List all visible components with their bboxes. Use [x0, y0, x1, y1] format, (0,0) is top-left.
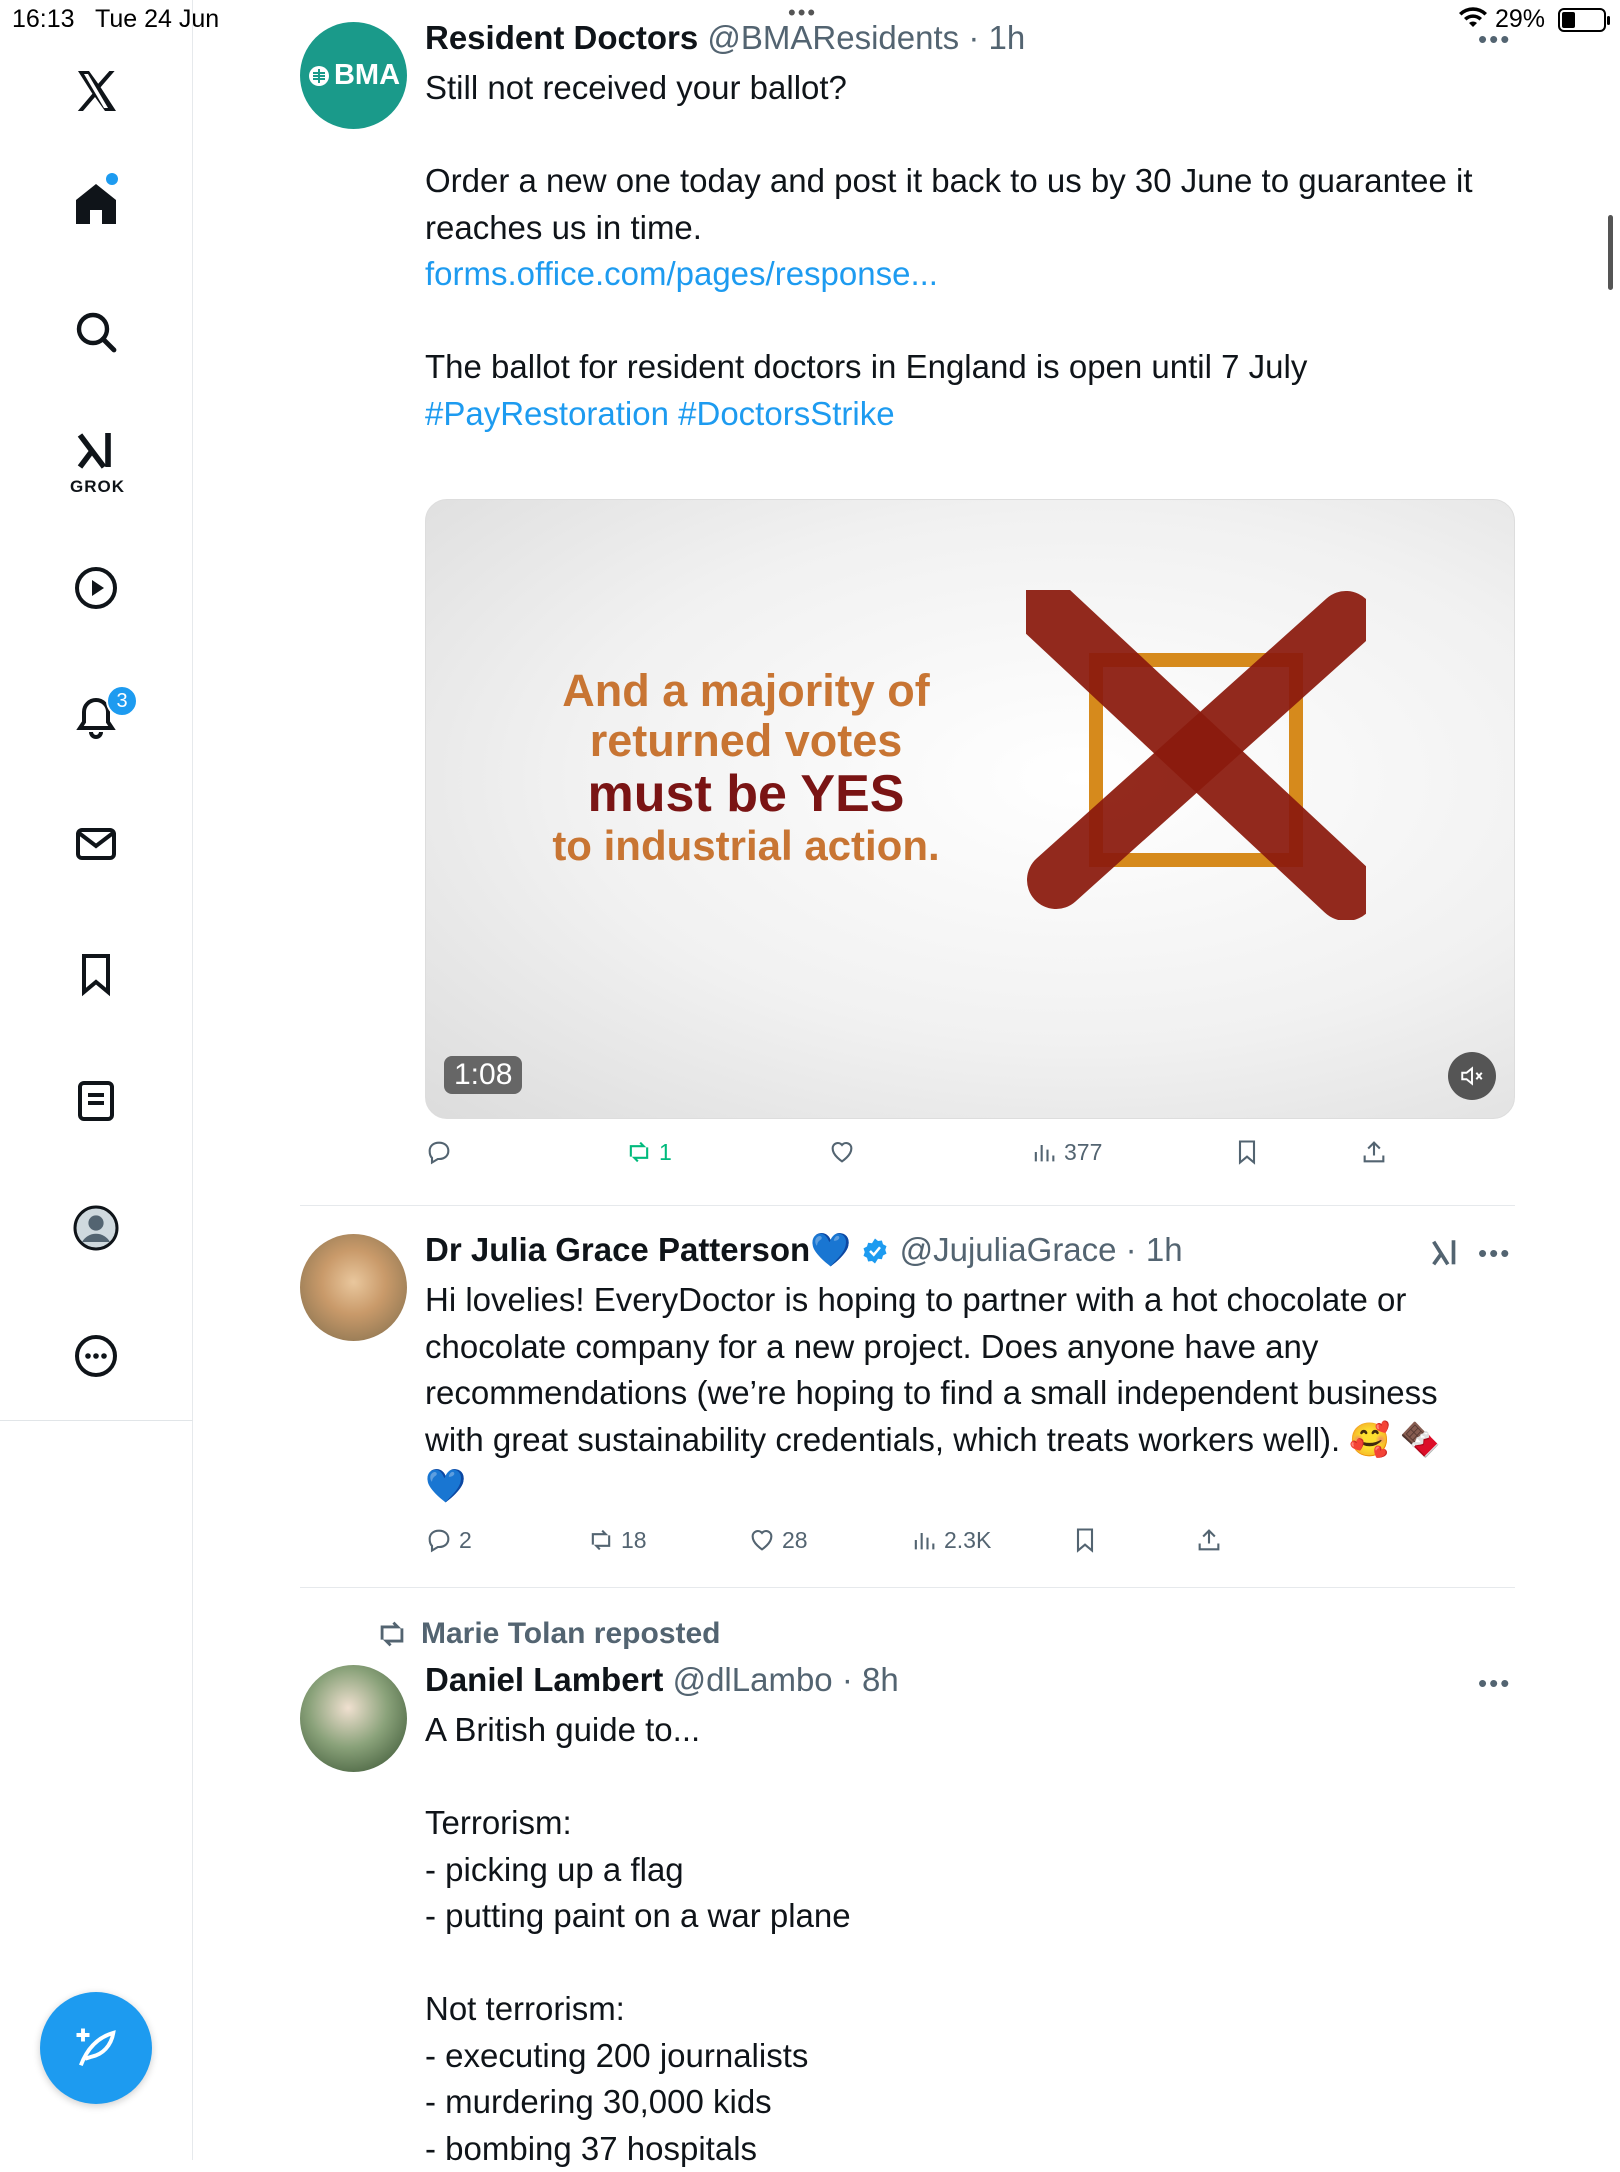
tweet-header: Resident Doctors @BMAResidents · 1h	[425, 18, 1620, 58]
share-button[interactable]	[1360, 1138, 1388, 1166]
video-caption-line4: to industrial action.	[552, 822, 940, 869]
reposted-by: Marie Tolan reposted	[421, 1617, 721, 1650]
video-caption-line3: must be YES	[587, 765, 905, 823]
video-caption-line1: And a majority of	[562, 665, 930, 716]
like-button[interactable]: 28	[748, 1526, 808, 1554]
sidebar-divider	[0, 1420, 193, 1421]
tweet-separator	[300, 1205, 1515, 1206]
heart-icon	[831, 1142, 853, 1163]
views-button[interactable]: 2.3K	[910, 1526, 991, 1554]
bma-avatar-logo: BMA	[307, 59, 400, 92]
bookmark-icon	[1238, 1140, 1256, 1165]
share-icon	[1363, 1141, 1385, 1163]
mute-button[interactable]	[1448, 1052, 1496, 1100]
grok-icon[interactable]	[70, 425, 122, 477]
views-count: 2.3K	[944, 1526, 992, 1553]
search-icon[interactable]	[70, 306, 122, 358]
reply-icon	[428, 1141, 450, 1165]
views-chart-icon	[914, 1533, 935, 1550]
tweet-text: Still not received your ballot? Order a …	[425, 69, 1473, 246]
handle-time[interactable]: @dlLambo · 8h	[673, 1661, 899, 1698]
reply-count: 2	[459, 1526, 472, 1553]
views-chart-icon	[1034, 1145, 1055, 1162]
tweet-daniel[interactable]: Daniel Lambert @dlLambo · 8h	[425, 1660, 1620, 1700]
lists-icon[interactable]	[70, 1075, 122, 1127]
tweet-actions: 1 377	[425, 1138, 1515, 1178]
home-icon[interactable]	[70, 178, 122, 230]
more-icon[interactable]: •••	[1478, 24, 1511, 55]
tweet-body: Hi lovelies! EveryDoctor is hoping to pa…	[425, 1281, 1441, 1504]
bma-avatar[interactable]: BMA	[300, 22, 407, 129]
video-media[interactable]: And a majority of returned votes must be…	[425, 499, 1515, 1119]
heart-icon	[751, 1530, 773, 1551]
feather-plus-icon	[76, 2028, 116, 2067]
verified-badge-icon	[863, 1238, 887, 1264]
video-duration: 1:08	[444, 1056, 523, 1094]
like-count: 28	[782, 1526, 808, 1553]
bma-avatar-text: BMA	[333, 59, 401, 91]
handle-time[interactable]: @JujuliaGrace · 1h	[900, 1231, 1183, 1268]
scrollbar[interactable]	[1608, 215, 1613, 290]
display-name[interactable]: Resident Doctors	[425, 19, 698, 56]
daniel-avatar[interactable]	[300, 1665, 407, 1772]
tweet-bma[interactable]: Resident Doctors @BMAResidents · 1h	[425, 18, 1620, 58]
bma-emblem-icon	[308, 65, 329, 86]
display-name[interactable]: Dr Julia Grace Patterson💙	[425, 1231, 851, 1268]
share-button[interactable]	[1195, 1526, 1223, 1554]
more-icon[interactable]: •••	[1478, 1238, 1511, 1269]
sidebar: GROK 3	[0, 0, 193, 2160]
repost-button[interactable]: 18	[587, 1526, 647, 1554]
repost-button[interactable]: 1	[625, 1138, 672, 1166]
handle-time[interactable]: @BMAResidents · 1h	[707, 19, 1025, 56]
tweet-body: A British guide to... Terrorism: - picki…	[425, 1711, 851, 2167]
tweet-header: Daniel Lambert @dlLambo · 8h	[425, 1660, 1620, 1700]
display-name[interactable]: Daniel Lambert	[425, 1661, 663, 1698]
home-unread-dot	[106, 173, 118, 185]
tweet-link[interactable]: forms.office.com/pages/response...	[425, 255, 938, 292]
share-icon	[1198, 1529, 1220, 1551]
compose-post-button[interactable]	[40, 1992, 152, 2104]
reply-button[interactable]: 2	[425, 1526, 472, 1554]
bookmark-button[interactable]	[1071, 1526, 1099, 1554]
bookmark-icon	[1076, 1528, 1094, 1553]
ballot-cross-icon	[1026, 590, 1366, 920]
tweet-separator	[300, 1587, 1515, 1588]
repost-small-icon	[380, 1621, 404, 1647]
views-count: 377	[1064, 1138, 1103, 1165]
tweet-actions: 2 18 28 2.3K	[425, 1526, 1515, 1566]
messages-envelope-icon[interactable]	[70, 818, 122, 870]
notifications-badge: 3	[106, 685, 138, 717]
video-play-icon[interactable]	[70, 562, 122, 614]
x-logo-icon[interactable]	[70, 65, 122, 117]
repost-icon	[629, 1141, 649, 1163]
more-icon[interactable]: •••	[1478, 1668, 1511, 1699]
views-button[interactable]: 377	[1030, 1138, 1102, 1166]
bookmark-button[interactable]	[1233, 1138, 1261, 1166]
tweet-body: Still not received your ballot? Order a …	[425, 65, 1525, 437]
reply-button[interactable]	[425, 1138, 459, 1166]
repost-indicator[interactable]: Marie Tolan reposted	[375, 1617, 721, 1651]
video-caption-line2: returned votes	[589, 715, 903, 766]
hashtags[interactable]: #PayRestoration #DoctorsStrike	[425, 395, 895, 432]
grok-label: GROK	[70, 477, 125, 496]
bookmarks-icon[interactable]	[70, 948, 122, 1000]
repost-count: 1	[659, 1138, 672, 1165]
grok-explain-icon[interactable]	[1428, 1236, 1462, 1275]
julia-avatar[interactable]	[300, 1234, 407, 1341]
reply-icon	[428, 1529, 450, 1553]
more-options-icon[interactable]	[70, 1330, 122, 1382]
repost-count: 18	[621, 1526, 647, 1553]
repost-icon	[591, 1529, 611, 1551]
like-button[interactable]	[828, 1138, 862, 1166]
tweet-text-2: The ballot for resident doctors in Engla…	[425, 348, 1308, 385]
muted-speaker-icon	[1461, 1066, 1483, 1086]
profile-avatar-icon[interactable]	[70, 1202, 122, 1254]
